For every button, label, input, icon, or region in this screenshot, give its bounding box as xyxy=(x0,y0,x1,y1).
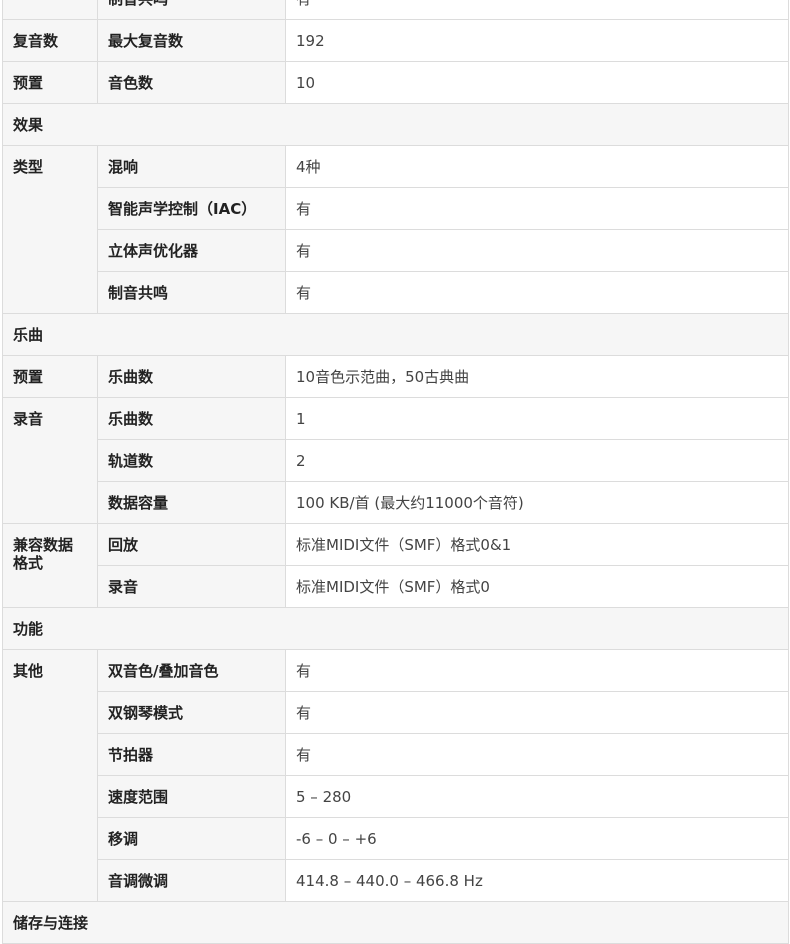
table-row: 复音数 最大复音数 192 xyxy=(2,19,789,62)
section-header-row: 功能 xyxy=(2,607,789,650)
item-label: 制音共鸣 xyxy=(97,271,286,314)
item-label: 双音色/叠加音色 xyxy=(97,649,286,692)
item-label: 轨道数 xyxy=(97,439,286,482)
item-value: 标准MIDI文件（SMF）格式0 xyxy=(285,565,789,608)
table-row: 移调 -6 – 0 – +6 xyxy=(3,817,789,860)
category-cell: 预置 xyxy=(2,61,98,104)
item-value: 有 xyxy=(285,229,789,272)
item-value: 2 xyxy=(285,439,789,482)
item-label: 乐曲数 xyxy=(97,397,286,440)
item-label: 数据容量 xyxy=(97,481,286,524)
item-label: 音色数 xyxy=(97,61,286,104)
item-label: 立体声优化器 xyxy=(97,229,286,272)
item-label: 制音共鸣 xyxy=(97,0,286,20)
category-cell: 类型 xyxy=(2,145,98,314)
item-label: 双钢琴模式 xyxy=(97,691,286,734)
section-header-row: 乐曲 xyxy=(2,313,789,356)
table-row: 制音共鸣 有 xyxy=(2,0,789,20)
category-cell: 录音 xyxy=(2,397,98,524)
item-value: 4种 xyxy=(285,145,789,188)
item-value: 有 xyxy=(285,0,789,20)
section-header: 乐曲 xyxy=(2,313,789,356)
category-cell: 其他 xyxy=(2,649,98,902)
item-label: 录音 xyxy=(97,565,286,608)
item-value: 有 xyxy=(285,649,789,692)
item-value: -6 – 0 – +6 xyxy=(285,817,789,860)
spec-table: 制音共鸣 有 复音数 最大复音数 192 预置 音色数 10 效果 类型 混响 … xyxy=(2,0,789,944)
category-cell xyxy=(2,0,98,20)
item-label: 最大复音数 xyxy=(97,19,286,62)
table-row: 录音 乐曲数 1 xyxy=(2,397,789,524)
item-value: 有 xyxy=(285,733,789,776)
section-header-row: 储存与连接 xyxy=(2,901,789,944)
item-value: 有 xyxy=(285,691,789,734)
table-row: 立体声优化器 有 xyxy=(3,229,789,272)
table-row: 录音 标准MIDI文件（SMF）格式0 xyxy=(3,565,789,608)
item-label: 音调微调 xyxy=(97,859,286,902)
section-header: 储存与连接 xyxy=(2,901,789,944)
item-label: 节拍器 xyxy=(97,733,286,776)
table-row: 预置 乐曲数 10音色示范曲，50古典曲 xyxy=(2,355,789,398)
table-row: 音调微调 414.8 – 440.0 – 466.8 Hz xyxy=(3,859,789,902)
item-value: 10 xyxy=(285,61,789,104)
section-header: 效果 xyxy=(2,103,789,146)
item-label: 混响 xyxy=(97,145,286,188)
item-value: 5 – 280 xyxy=(285,775,789,818)
table-row: 节拍器 有 xyxy=(3,733,789,776)
table-row: 轨道数 2 xyxy=(3,439,789,482)
item-value: 标准MIDI文件（SMF）格式0&1 xyxy=(285,523,789,566)
item-value: 1 xyxy=(285,397,789,440)
item-value: 有 xyxy=(285,271,789,314)
category-cell: 兼容数据格式 xyxy=(2,523,98,608)
item-value: 10音色示范曲，50古典曲 xyxy=(285,355,789,398)
category-cell: 预置 xyxy=(2,355,98,398)
item-value: 414.8 – 440.0 – 466.8 Hz xyxy=(285,859,789,902)
category-cell: 复音数 xyxy=(2,19,98,62)
table-row: 双钢琴模式 有 xyxy=(3,691,789,734)
item-label: 移调 xyxy=(97,817,286,860)
table-row: 其他 双音色/叠加音色 有 xyxy=(2,649,789,902)
section-header: 功能 xyxy=(2,607,789,650)
item-value: 100 KB/首 (最大约11000个音符) xyxy=(285,481,789,524)
section-header-row: 效果 xyxy=(2,103,789,146)
item-value: 192 xyxy=(285,19,789,62)
table-row: 速度范围 5 – 280 xyxy=(3,775,789,818)
item-label: 回放 xyxy=(97,523,286,566)
table-row: 智能声学控制（IAC） 有 xyxy=(3,187,789,230)
item-value: 有 xyxy=(285,187,789,230)
item-label: 乐曲数 xyxy=(97,355,286,398)
table-row: 兼容数据格式 回放 标准MIDI文件（SMF）格式0&1 xyxy=(2,523,789,608)
table-row: 数据容量 100 KB/首 (最大约11000个音符) xyxy=(3,481,789,524)
table-row: 类型 混响 4种 xyxy=(2,145,789,314)
item-label: 速度范围 xyxy=(97,775,286,818)
table-row: 预置 音色数 10 xyxy=(2,61,789,104)
item-label: 智能声学控制（IAC） xyxy=(97,187,286,230)
table-row: 制音共鸣 有 xyxy=(3,271,789,314)
